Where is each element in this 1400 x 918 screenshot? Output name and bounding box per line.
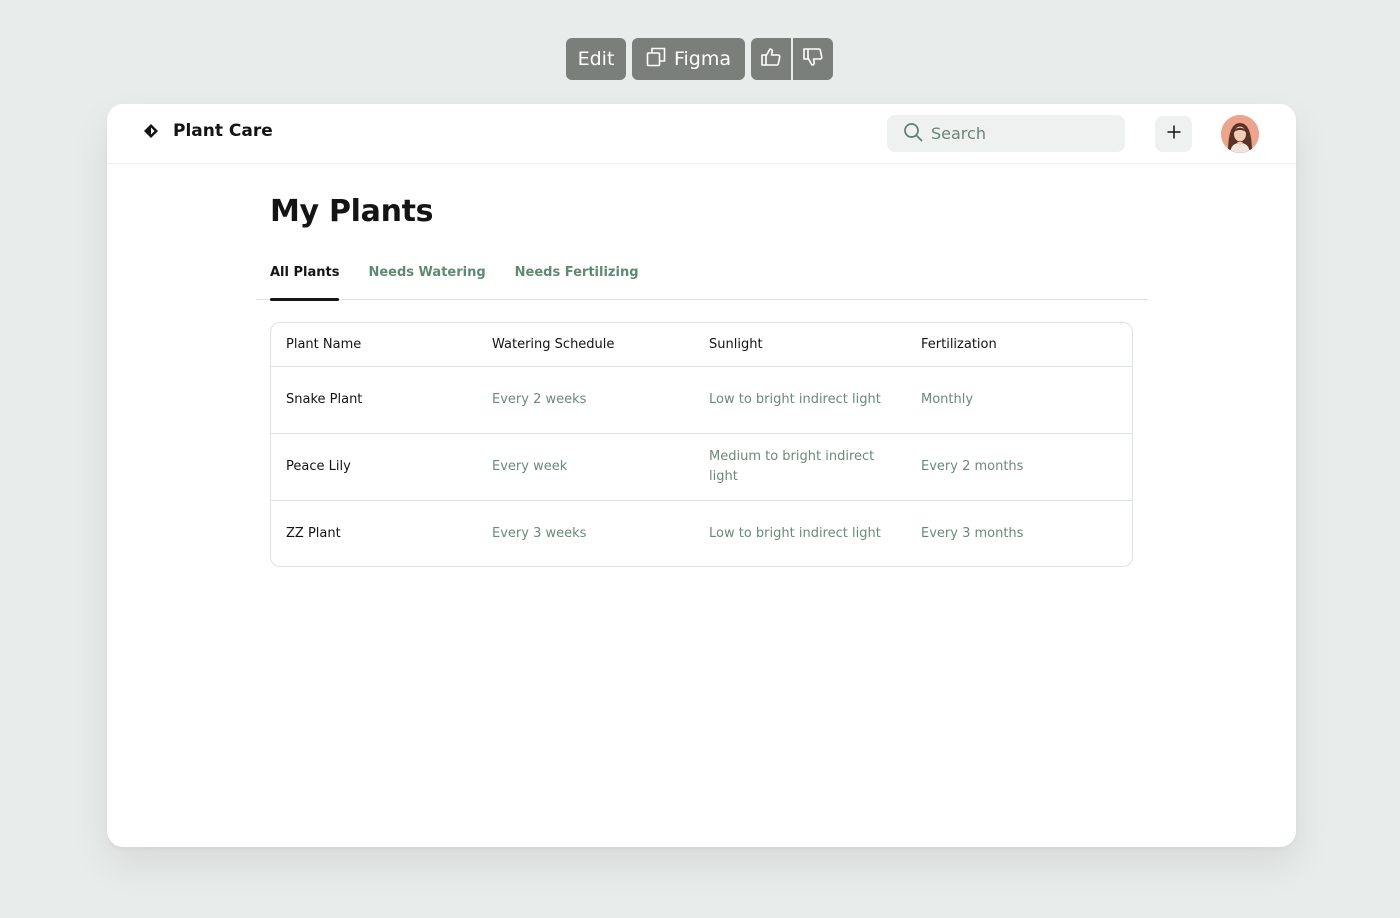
copy-icon: [646, 47, 666, 72]
search-input[interactable]: [931, 124, 1101, 143]
table-header-row: Plant Name Watering Schedule Sunlight Fe…: [271, 323, 1132, 367]
thumbs-up-icon: [760, 46, 782, 72]
plant-name-cell: Peace Lily: [271, 433, 477, 501]
edit-button[interactable]: Edit: [566, 38, 626, 80]
column-header-watering-schedule[interactable]: Watering Schedule: [477, 323, 694, 367]
sunlight-cell: Low to bright indirect light: [709, 525, 881, 541]
tab-bar: All Plants Needs Watering Needs Fertiliz…: [256, 254, 1148, 301]
fertilization-cell: Every 2 months: [906, 433, 1132, 501]
brand-name: Plant Care: [173, 121, 273, 141]
plants-table: Plant Name Watering Schedule Sunlight Fe…: [270, 322, 1133, 567]
plant-name-cell: ZZ Plant: [286, 525, 341, 541]
search-box[interactable]: [887, 115, 1125, 152]
tab-needs-watering[interactable]: Needs Watering: [368, 254, 485, 300]
watering-cell: Every 3 weeks: [492, 525, 587, 541]
search-icon: [903, 122, 923, 146]
sunlight-cell: Medium to bright indirect light: [694, 433, 906, 501]
column-header-sunlight[interactable]: Sunlight: [694, 323, 906, 367]
fertilization-cell: Monthly: [906, 366, 1132, 434]
brand[interactable]: Plant Care: [143, 121, 273, 141]
tab-needs-fertilizing[interactable]: Needs Fertilizing: [515, 254, 639, 300]
thumbs-down-icon: [802, 46, 824, 72]
thumbs-up-button[interactable]: [751, 38, 791, 80]
column-header-fertilization[interactable]: Fertilization: [906, 323, 1132, 367]
column-header-plant-name[interactable]: Plant Name: [271, 323, 477, 367]
thumbs-down-button[interactable]: [793, 38, 833, 80]
figma-button[interactable]: Figma: [632, 38, 745, 80]
table-row[interactable]: Snake Plant Every 2 weeks Low to bright …: [271, 366, 1132, 434]
tab-all-plants[interactable]: All Plants: [270, 254, 340, 301]
feedback-group: [751, 38, 833, 80]
plant-name-cell: Snake Plant: [271, 366, 477, 434]
watering-cell: Every week: [477, 433, 694, 501]
watering-cell: Every 2 weeks: [477, 366, 694, 434]
figma-label: Figma: [673, 48, 732, 70]
floating-toolbar: Edit Figma: [566, 38, 833, 80]
app-window: Plant Care Search My Plants All Plants N…: [107, 104, 1296, 847]
brand-logo-icon: [143, 123, 159, 139]
page-title: My Plants: [270, 194, 434, 229]
fertilization-cell: Every 3 months: [921, 525, 1024, 541]
table-row[interactable]: ZZ Plant Every 3 weeks Low to bright ind…: [271, 500, 1132, 566]
plus-icon: [1166, 124, 1182, 144]
sunlight-cell: Low to bright indirect light: [694, 366, 906, 434]
avatar[interactable]: [1221, 115, 1259, 153]
add-plant-button[interactable]: [1155, 116, 1192, 152]
table-row[interactable]: Peace Lily Every week Medium to bright i…: [271, 433, 1132, 501]
app-header: Plant Care: [107, 104, 1296, 164]
